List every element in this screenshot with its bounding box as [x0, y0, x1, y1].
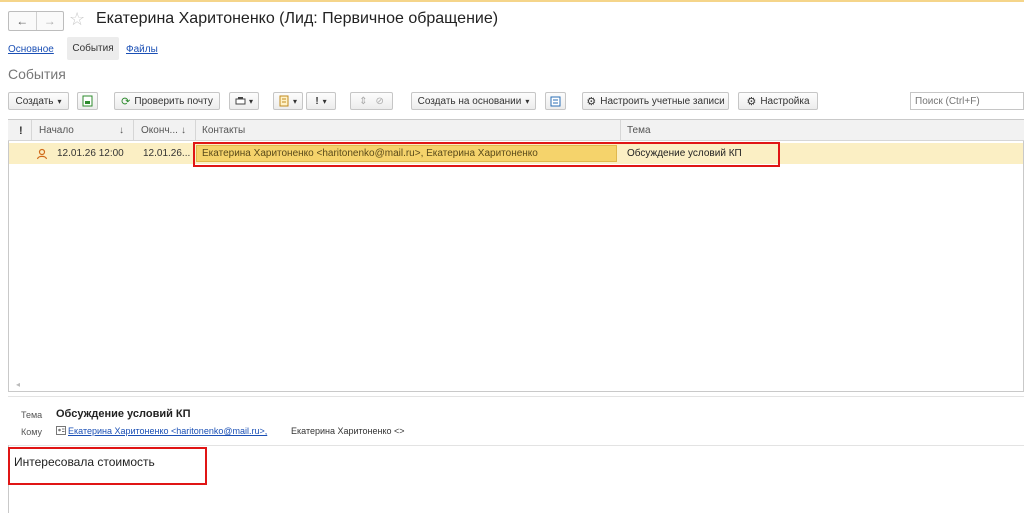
- window-title: Екатерина Харитоненко (Лид: Первичное об…: [96, 10, 499, 27]
- sort-down-icon: ↓: [181, 125, 186, 136]
- chevron-down-icon: ▾: [248, 96, 253, 106]
- subject-value: Обсуждение условий КП: [56, 408, 191, 420]
- highlight-frame: [193, 142, 780, 167]
- column-importance[interactable]: !: [19, 120, 23, 141]
- column-subject[interactable]: Тема: [627, 120, 651, 141]
- sort-icon: ⇕: [359, 95, 368, 107]
- back-arrow-icon[interactable]: ←: [9, 12, 36, 30]
- row-end: 12.01.26...: [143, 148, 191, 159]
- column-contacts[interactable]: Контакты: [202, 120, 245, 141]
- divider: [8, 445, 1024, 446]
- structure-icon: [550, 96, 561, 106]
- create-button[interactable]: Создать ▾: [8, 92, 69, 110]
- column-divider: [31, 120, 32, 141]
- row-start: 12.01.26 12:00: [57, 148, 124, 159]
- structure-button[interactable]: [545, 92, 566, 110]
- highlight-frame: [8, 447, 207, 485]
- tab-files[interactable]: Файлы: [126, 44, 158, 55]
- incoming-person-icon: [36, 143, 48, 164]
- create-button-label: Создать: [15, 95, 54, 107]
- tab-main[interactable]: Основное: [8, 44, 54, 55]
- setup-accounts-button[interactable]: ⚙ Настроить учетные записи: [582, 92, 729, 110]
- attach-button[interactable]: ▾: [273, 92, 303, 110]
- chevron-down-icon: ▾: [322, 96, 327, 106]
- importance-button[interactable]: ! ▾: [306, 92, 336, 110]
- paperclip-icon: ⊘: [375, 95, 384, 107]
- column-start[interactable]: Начало: [39, 120, 74, 141]
- column-end[interactable]: Оконч...: [141, 120, 178, 141]
- recipient-link[interactable]: Екатерина Харитоненко <haritonenko@mail.…: [68, 426, 267, 436]
- print-button[interactable]: ▾: [229, 92, 259, 110]
- to-label: Кому: [21, 427, 43, 437]
- gear-icon: ⚙: [746, 95, 757, 108]
- forward-arrow-icon[interactable]: →: [35, 12, 64, 30]
- account-settings-icon: ⚙: [586, 95, 597, 108]
- column-divider: [133, 120, 134, 141]
- column-divider: [620, 120, 621, 141]
- history-nav: ← →: [8, 11, 64, 31]
- tab-events[interactable]: События: [67, 37, 119, 60]
- printer-icon: [235, 97, 246, 105]
- search-input[interactable]: [910, 92, 1024, 110]
- importance-label: !: [315, 95, 319, 107]
- column-divider: [195, 120, 196, 141]
- settings-button[interactable]: ⚙ Настройка: [738, 92, 818, 110]
- subject-label: Тема: [21, 410, 43, 420]
- refresh-icon: ⟳: [121, 95, 131, 108]
- top-accent-line: [0, 0, 1024, 2]
- sort-attach-button[interactable]: ⇕ ⊘: [350, 92, 393, 110]
- attachment-icon: [279, 95, 289, 107]
- scroll-left-icon[interactable]: ◂: [16, 380, 20, 389]
- settings-label: Настройка: [760, 95, 810, 107]
- favorite-star-icon[interactable]: ☆: [69, 9, 85, 30]
- setup-accounts-label: Настроить учетные записи: [600, 95, 725, 107]
- check-mail-button[interactable]: ⟳ Проверить почту: [114, 92, 220, 110]
- save-doc-button[interactable]: [77, 92, 98, 110]
- document-icon: [82, 95, 93, 107]
- create-based-on-label: Создать на основании: [417, 95, 522, 107]
- create-based-on-button[interactable]: Создать на основании ▾: [411, 92, 536, 110]
- chevron-down-icon: ▾: [57, 96, 62, 106]
- check-mail-label: Проверить почту: [134, 95, 213, 107]
- recipient-text: Екатерина Харитоненко <>: [291, 426, 405, 436]
- section-title: События: [8, 66, 66, 82]
- sort-down-icon: ↓: [119, 125, 124, 136]
- divider: [8, 396, 1024, 397]
- chevron-down-icon: ▾: [525, 96, 530, 106]
- contact-card-icon: [56, 426, 66, 437]
- chevron-down-icon: ▾: [292, 96, 297, 106]
